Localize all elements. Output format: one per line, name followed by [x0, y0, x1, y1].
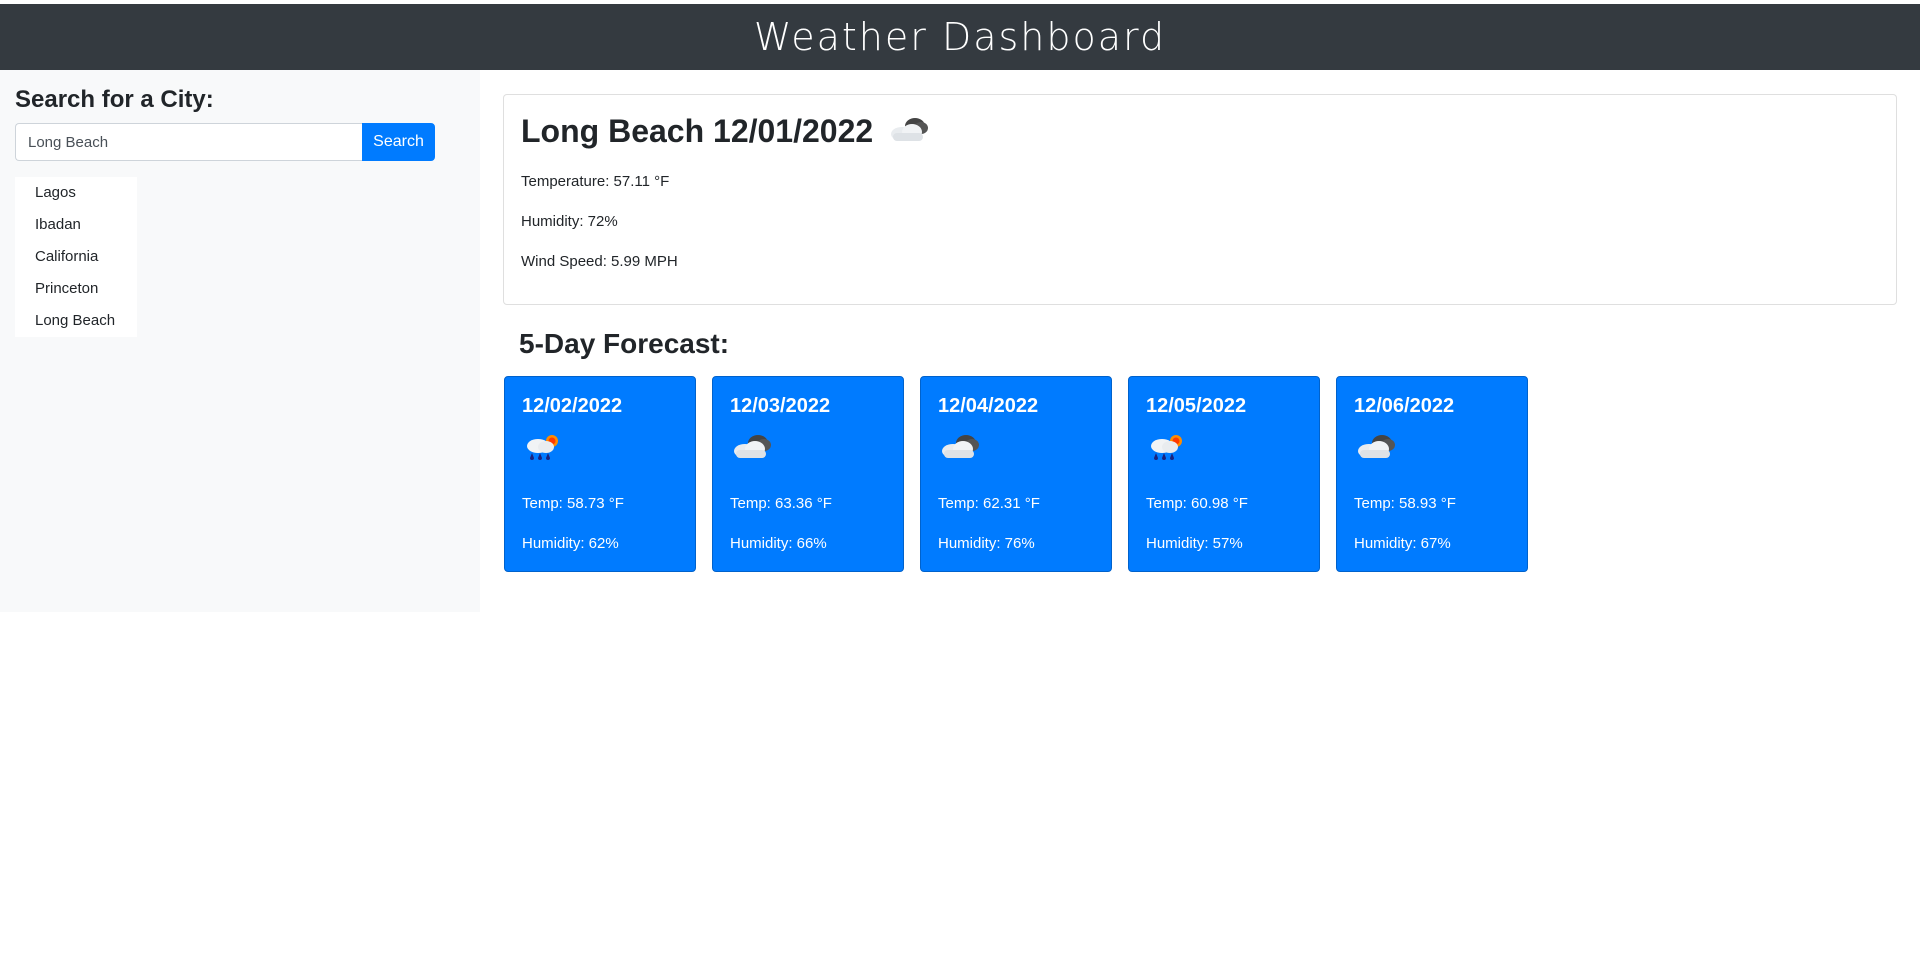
search-button[interactable]: Search — [362, 123, 435, 161]
forecast-card: 12/04/2022 Temp: 62.31 °F Humidity: 76% — [920, 376, 1112, 572]
forecast-card: 12/03/2022 Temp: 63.36 °F Humidity: 66% — [712, 376, 904, 572]
forecast-date: 12/06/2022 — [1354, 395, 1455, 417]
forecast-date: 12/05/2022 — [1146, 395, 1247, 417]
current-weather-title-row: Long Beach 12/01/2022 — [521, 113, 931, 150]
search-form: Search — [15, 123, 435, 161]
forecast-temp: Temp: 58.93 °F — [1354, 495, 1456, 512]
app-header: Weather Dashboard — [0, 4, 1920, 70]
history-item-lagos[interactable]: Lagos — [15, 177, 137, 209]
cloudy-icon — [1354, 431, 1398, 466]
cloudy-icon — [938, 431, 982, 466]
history-item-ibadan[interactable]: Ibadan — [15, 209, 137, 241]
history-item-california[interactable]: California — [15, 241, 137, 273]
current-humidity: Humidity: 72% — [521, 213, 618, 230]
forecast-heading: 5-Day Forecast: — [519, 328, 730, 359]
forecast-temp: Temp: 58.73 °F — [522, 495, 624, 512]
forecast-humidity: Humidity: 76% — [938, 535, 1035, 552]
cloudy-icon — [887, 114, 931, 149]
search-input[interactable] — [15, 123, 362, 161]
forecast-temp: Temp: 63.36 °F — [730, 495, 832, 512]
history-item-long-beach[interactable]: Long Beach — [15, 305, 137, 337]
search-history-list: Lagos Ibadan California Princeton Long B… — [15, 177, 137, 337]
forecast-card: 12/02/2022 Temp: 58.73 °F Humidity: 62% — [504, 376, 696, 572]
current-temperature: Temperature: 57.11 °F — [521, 173, 670, 190]
cloudy-icon — [730, 431, 774, 466]
forecast-date: 12/04/2022 — [938, 395, 1039, 417]
history-item-princeton[interactable]: Princeton — [15, 273, 137, 305]
rain-sun-icon — [522, 431, 562, 468]
sidebar: Search for a City: Search Lagos Ibadan C… — [0, 70, 480, 612]
forecast-humidity: Humidity: 57% — [1146, 535, 1243, 552]
current-wind-speed: Wind Speed: 5.99 MPH — [521, 253, 678, 270]
forecast-humidity: Humidity: 67% — [1354, 535, 1451, 552]
forecast-card: 12/06/2022 Temp: 58.93 °F Humidity: 67% — [1336, 376, 1528, 572]
search-heading: Search for a City: — [15, 86, 214, 113]
page-title: Weather Dashboard — [753, 15, 1167, 59]
forecast-humidity: Humidity: 62% — [522, 535, 619, 552]
current-weather-card: Long Beach 12/01/2022 Temperature: 57.11… — [503, 94, 1897, 305]
rain-sun-icon — [1146, 431, 1186, 468]
forecast-date: 12/02/2022 — [522, 395, 623, 417]
forecast-humidity: Humidity: 66% — [730, 535, 827, 552]
forecast-card: 12/05/2022 Temp: 60.98 °F Humidity: 57% — [1128, 376, 1320, 572]
forecast-date: 12/03/2022 — [730, 395, 831, 417]
forecast-temp: Temp: 60.98 °F — [1146, 495, 1248, 512]
current-weather-title: Long Beach 12/01/2022 — [521, 113, 874, 149]
forecast-cards: 12/02/2022 Temp: 58.73 °F Humidity: 62% … — [504, 376, 1528, 572]
forecast-temp: Temp: 62.31 °F — [938, 495, 1040, 512]
